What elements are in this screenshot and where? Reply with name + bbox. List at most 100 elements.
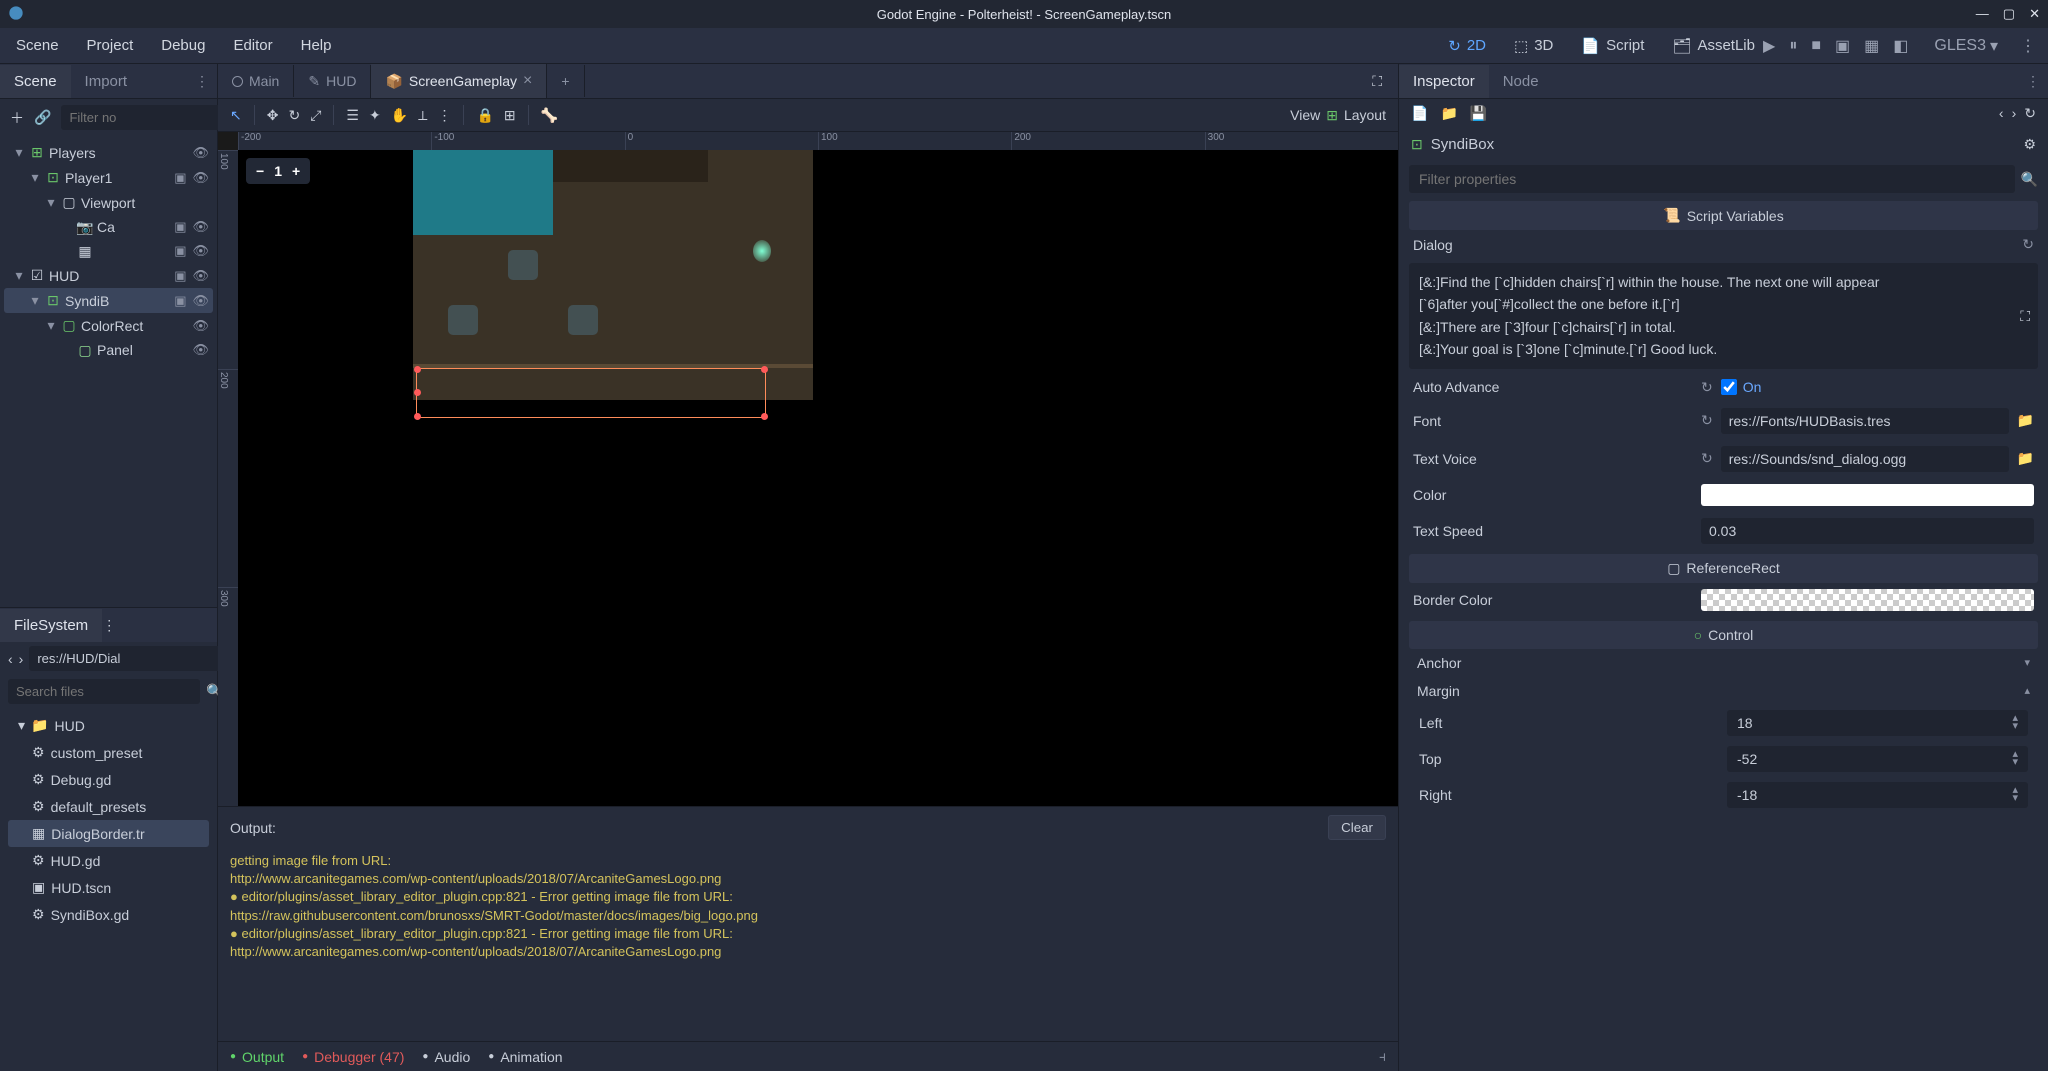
viewport-tab[interactable]: Main [218,65,294,97]
tree-item[interactable]: ▦▣👁 [4,239,213,263]
zoom-in-icon[interactable]: + [292,163,300,179]
zoom-level[interactable]: 1 [274,163,282,179]
auto-advance-checkbox[interactable]: On [1721,379,1762,395]
text-voice-field[interactable] [1721,446,2009,472]
play-scene-button[interactable]: ▣ [1835,36,1850,56]
tab-inspector[interactable]: Inspector [1399,65,1489,98]
output-log[interactable]: getting image file from URL:http://www.a… [218,848,1398,1041]
fs-forward-icon[interactable]: › [19,651,24,667]
more-tools-icon[interactable]: ⋮ [437,107,451,124]
pause-button[interactable]: ⏸ [1789,37,1797,55]
insp-new-icon[interactable]: 📄 [1411,105,1428,122]
margin-top-input[interactable]: -52▴▾ [1727,746,2028,772]
tab-scene[interactable]: Scene [0,65,71,98]
fs-search-input[interactable] [8,679,200,704]
tree-item[interactable]: ▾⊡SyndiB▣👁 [4,288,213,313]
link-icon[interactable]: 🔗 [34,109,51,126]
expand-viewport-icon[interactable]: ⛶ [1364,73,1390,90]
move-tool-icon[interactable]: ✥ [267,107,279,124]
fs-path-input[interactable] [29,646,221,671]
bone-icon[interactable]: 🦴 [541,107,558,124]
anchor-collapse[interactable]: Anchor▾ [1409,649,2038,677]
lock-icon[interactable]: 🔒 [476,107,493,124]
tree-item[interactable]: ▾⊡Player1▣👁 [4,165,213,190]
tree-item[interactable]: ▢Panel👁 [4,338,213,362]
scene-tree[interactable]: ▾⊞Players👁▾⊡Player1▣👁▾▢Viewport📷Ca▣👁▦▣👁▾… [0,136,217,607]
settings-icon[interactable]: ⋮ [2020,36,2036,56]
reset-icon[interactable]: ↻ [1701,379,1713,396]
menu-project[interactable]: Project [83,31,138,60]
add-node-icon[interactable]: ＋ [10,108,24,128]
layout-grid-icon[interactable]: ⊞ [1326,107,1338,124]
menu-debug[interactable]: Debug [157,31,209,60]
search-icon[interactable]: 🔍 [2021,165,2038,193]
tab-animation[interactable]: Animation [488,1049,562,1065]
fs-item[interactable]: ⚙HUD.gd [8,847,209,874]
fs-item[interactable]: ⚙SyndiBox.gd [8,901,209,928]
new-tab-button[interactable]: + [547,65,584,97]
margin-collapse[interactable]: Margin▴ [1409,677,2038,705]
tab-debugger[interactable]: Debugger (47) [302,1049,404,1065]
fs-item[interactable]: ▾📁HUD [8,712,209,739]
stop-button[interactable]: ■ [1811,37,1821,55]
close-icon[interactable]: ✕ [2029,6,2040,22]
fs-options-icon[interactable]: ⋮ [102,617,116,634]
insp-back-icon[interactable]: ‹ [1999,105,2004,122]
border-color-swatch[interactable] [1701,589,2034,611]
mode-assetlib[interactable]: 🗂AssetLib [1664,33,1763,59]
list-icon[interactable]: ☰ [346,107,359,124]
clear-button[interactable]: Clear [1328,815,1386,840]
menu-editor[interactable]: Editor [229,31,276,60]
viewport-2d[interactable]: -200-1000100200300 100200300 [218,132,1398,806]
font-field[interactable] [1721,408,2009,434]
inspector-options-icon[interactable]: ⋮ [2018,73,2048,90]
menu-scene[interactable]: Scene [12,31,63,60]
reset-icon[interactable]: ↻ [2022,236,2034,253]
section-control[interactable]: ○ Control [1409,621,2038,649]
insp-history-icon[interactable]: ↻ [2024,105,2036,122]
fs-back-icon[interactable]: ‹ [8,651,13,667]
tree-item[interactable]: 📷Ca▣👁 [4,215,213,239]
reset-icon[interactable]: ↻ [1701,450,1713,467]
mode-2d[interactable]: ↻2D [1440,33,1494,59]
zoom-out-icon[interactable]: − [256,163,264,179]
tab-node[interactable]: Node [1489,65,1553,98]
insp-load-icon[interactable]: 📁 [1440,105,1457,122]
insp-save-icon[interactable]: 💾 [1470,105,1487,122]
mode-script[interactable]: 📄Script [1573,33,1652,59]
viewport-tab[interactable]: 📦ScreenGameplay× [371,64,547,98]
inspector-filter-input[interactable] [1409,165,2015,193]
tree-item[interactable]: ▾▢Viewport [4,190,213,215]
tab-filesystem[interactable]: FileSystem [0,609,102,642]
expand-icon[interactable]: ⛶ [2020,305,2030,327]
panel-layout-icon[interactable]: ⫞ [1379,1048,1386,1065]
ruler-icon[interactable]: ⟂ [418,107,427,124]
tab-audio[interactable]: Audio [422,1049,470,1065]
tree-item[interactable]: ▾☑HUD▣👁 [4,263,213,288]
tree-item[interactable]: ▾▢ColorRect👁 [4,313,213,338]
fs-tree[interactable]: ▾📁HUD⚙custom_preset⚙Debug.gd⚙default_pre… [0,708,217,1071]
section-script-variables[interactable]: 📜 Script Variables [1409,201,2038,230]
layout-button[interactable]: Layout [1344,107,1386,123]
snap-icon[interactable]: ✦ [369,107,381,124]
fs-item[interactable]: ⚙custom_preset [8,739,209,766]
margin-right-input[interactable]: -18▴▾ [1727,782,2028,808]
gles-dropdown[interactable]: GLES3▾ [1934,36,1998,56]
maximize-icon[interactable]: ▢ [2003,6,2015,22]
tab-import[interactable]: Import [71,65,142,98]
group-icon[interactable]: ⊞ [504,107,516,124]
folder-icon[interactable]: 📁 [2017,450,2034,467]
tree-item[interactable]: ▾⊞Players👁 [4,140,213,165]
reset-icon[interactable]: ↻ [1701,412,1713,429]
pan-tool-icon[interactable]: ✋ [391,107,408,124]
mode-3d[interactable]: ⬚3D [1506,33,1561,59]
panel-options-icon[interactable]: ⋮ [187,73,217,90]
minimize-icon[interactable]: — [1976,6,1989,22]
select-tool-icon[interactable]: ↖ [230,107,242,124]
dialog-text-field[interactable]: ⛶ [&:]Find the [`c]hidden chairs[`r] wit… [1409,263,2038,369]
play-custom-button[interactable]: ▦ [1864,36,1879,56]
color-swatch[interactable] [1701,484,2034,506]
margin-left-input[interactable]: 18▴▾ [1727,710,2028,736]
folder-icon[interactable]: 📁 [2017,412,2034,429]
text-speed-field[interactable] [1701,518,2034,544]
